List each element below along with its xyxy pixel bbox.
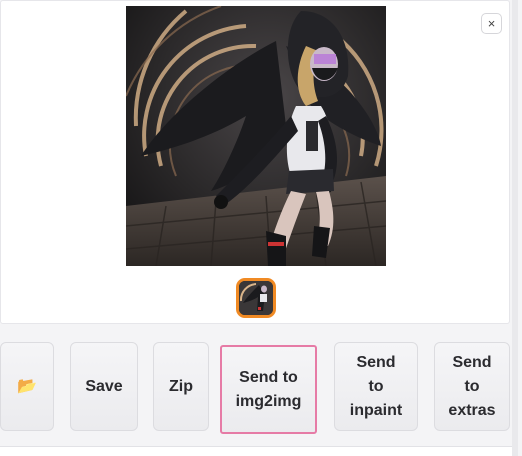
- generated-image-preview[interactable]: [126, 6, 386, 266]
- zip-button[interactable]: Zip: [153, 342, 209, 431]
- save-button[interactable]: Save: [70, 342, 138, 431]
- close-button[interactable]: ×: [481, 13, 502, 34]
- image-output-panel: × 📂 Save Zip Send to img2img Send to inp…: [0, 0, 522, 456]
- folder-icon: 📂: [17, 377, 37, 395]
- send-to-inpaint-button[interactable]: Send to inpaint: [334, 342, 418, 431]
- close-icon: ×: [487, 16, 496, 31]
- image-gallery: ×: [0, 0, 510, 324]
- gallery-thumbnail-selected[interactable]: [236, 278, 276, 318]
- action-button-row: 📂 Save Zip Send to img2img Send to inpai…: [0, 340, 522, 436]
- open-folder-button[interactable]: 📂: [0, 342, 54, 431]
- thumbnail-image: [239, 281, 273, 315]
- next-panel-edge: [0, 446, 512, 456]
- send-to-img2img-button[interactable]: Send to img2img: [220, 345, 317, 434]
- send-to-extras-button[interactable]: Send to extras: [434, 342, 510, 431]
- preview-image: [126, 6, 386, 266]
